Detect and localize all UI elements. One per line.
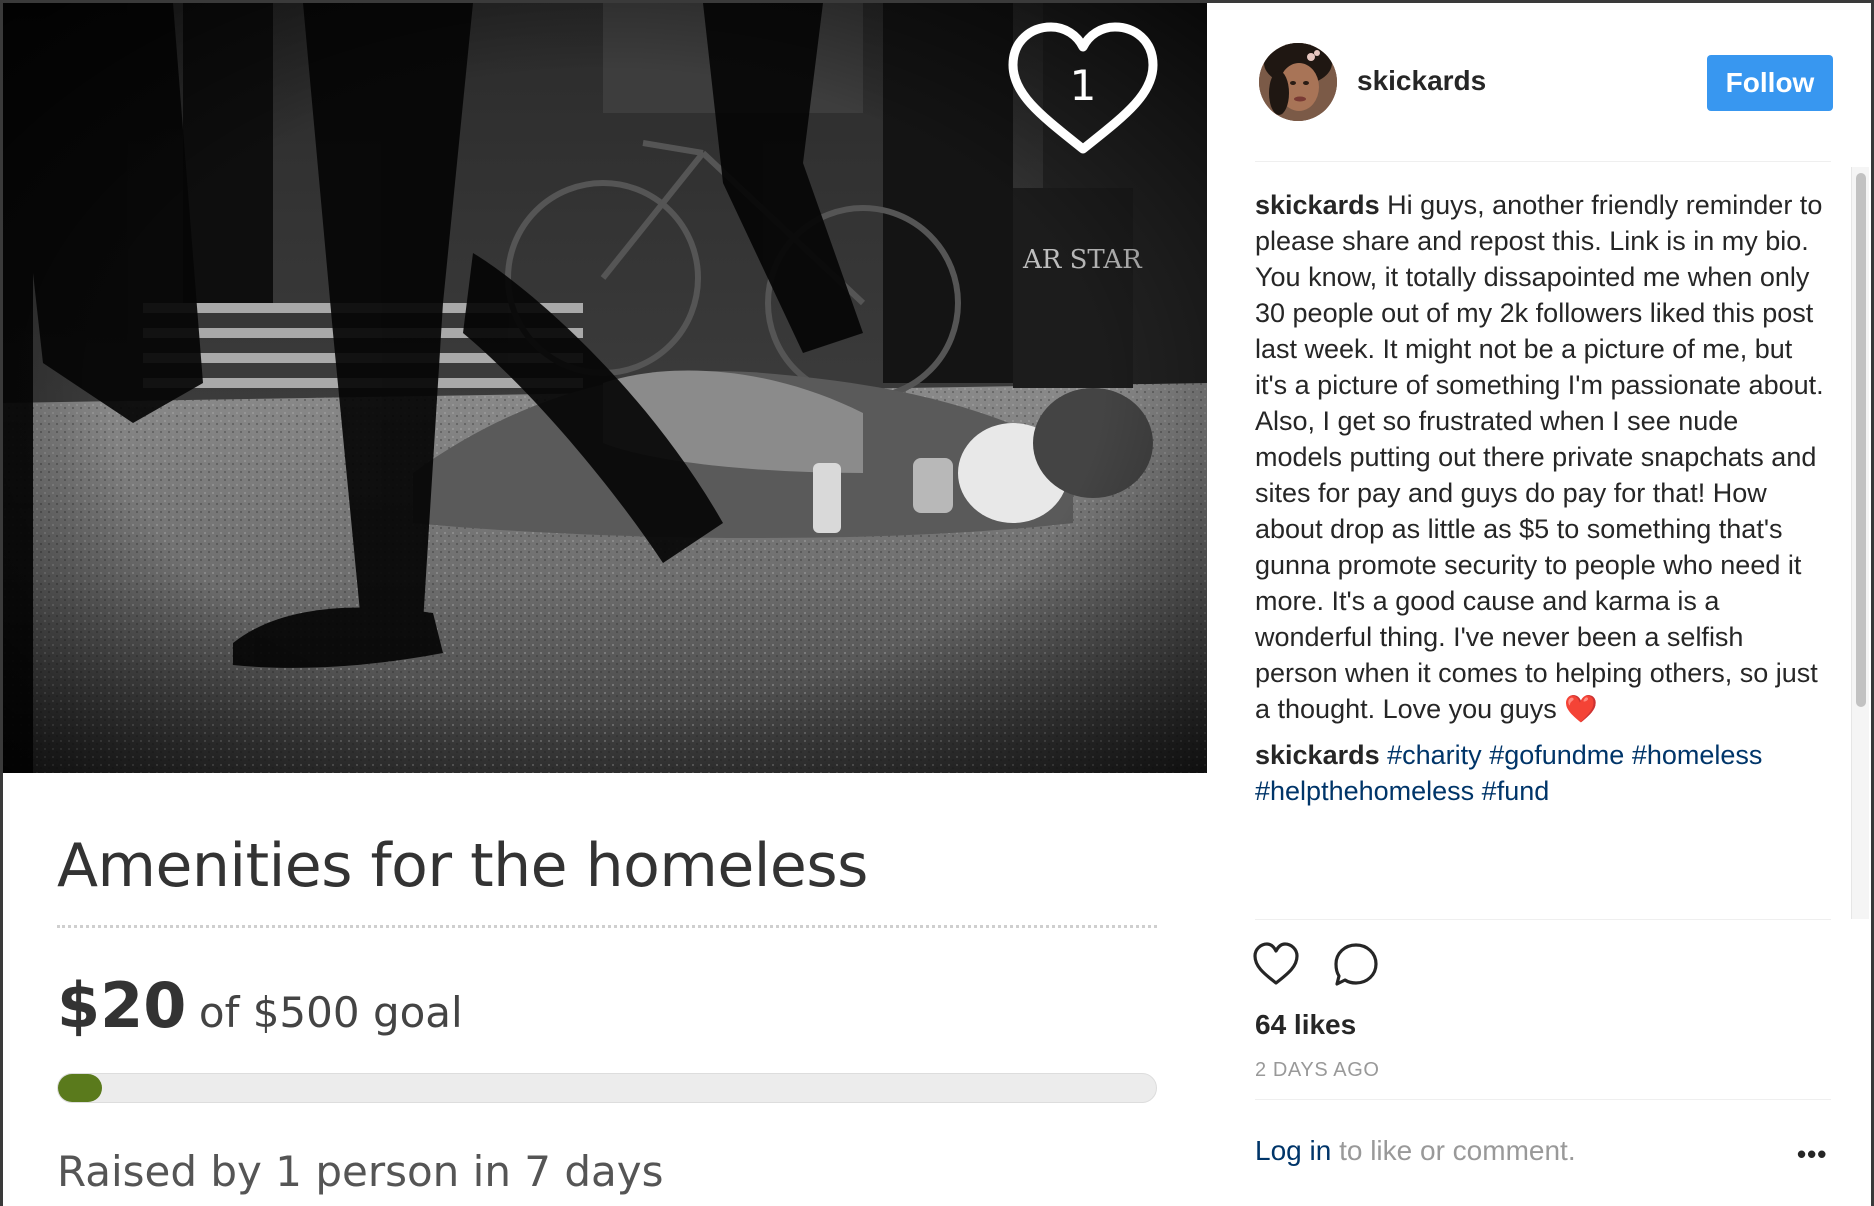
heart-outline-icon [1253,942,1299,985]
photo-like-count: 1 [1069,61,1097,110]
comments-scrollbar[interactable] [1851,167,1869,919]
speech-bubble-icon [1334,943,1378,986]
more-options-button[interactable]: ••• [1797,1139,1827,1170]
avatar[interactable] [1259,43,1337,121]
post-header: skickards Follow [1207,3,1871,161]
raised-amount: $20 [57,969,187,1042]
comments-list: skickards Hi guys, another friendly remi… [1255,187,1831,919]
hashtag-link[interactable]: #helpthehomeless [1255,776,1474,806]
likes-count[interactable]: 64 likes [1255,1009,1356,1041]
caption-text: Hi guys, another friendly reminder to pl… [1255,190,1824,724]
raised-by-text: Raised by 1 person in 7 days [57,1147,664,1196]
screenshot: AR STAR [0,0,1874,1206]
progress-fill [58,1074,102,1102]
profile-photo [1259,43,1337,121]
hashtag-comment: skickards #charity #gofundme #homeless #… [1255,737,1831,809]
comment-username[interactable]: skickards [1255,190,1380,220]
progress-bar [57,1073,1157,1103]
like-button[interactable] [1251,941,1301,989]
comment-button[interactable] [1331,941,1381,989]
login-prompt-text: to like or comment. [1331,1135,1576,1166]
post-timestamp: 2 DAYS AGO [1255,1059,1380,1081]
divider [57,925,1157,928]
login-prompt: Log in to like or comment. [1255,1135,1576,1167]
follow-button[interactable]: Follow [1707,55,1833,111]
comment-username[interactable]: skickards [1255,740,1380,770]
hashtag-link[interactable]: #charity [1387,740,1482,770]
fundraiser-panel: AR STAR [3,3,1207,1206]
caption-comment: skickards Hi guys, another friendly remi… [1255,187,1831,727]
divider [1255,919,1831,920]
hashtag-link[interactable]: #fund [1482,776,1550,806]
raised-summary: $20 of $500 goal [57,969,463,1042]
hashtag-link[interactable]: #homeless [1632,740,1763,770]
post-photo: AR STAR [3,3,1207,773]
post-username[interactable]: skickards [1357,65,1486,97]
hashtag-link[interactable]: #gofundme [1489,740,1624,770]
goal-text: of $500 goal [198,988,463,1037]
red-heart-emoji: ❤️ [1564,694,1598,724]
scrollbar-thumb[interactable] [1856,173,1866,707]
divider [1255,1099,1831,1100]
like-count-overlay: 1 [1003,21,1163,161]
campaign-title: Amenities for the homeless [57,831,868,901]
post-panel: skickards Follow skickards Hi guys, anot… [1207,3,1871,1206]
login-link[interactable]: Log in [1255,1135,1331,1166]
campaign-card: Amenities for the homeless $20 of $500 g… [3,773,1207,1206]
divider [1255,161,1831,162]
